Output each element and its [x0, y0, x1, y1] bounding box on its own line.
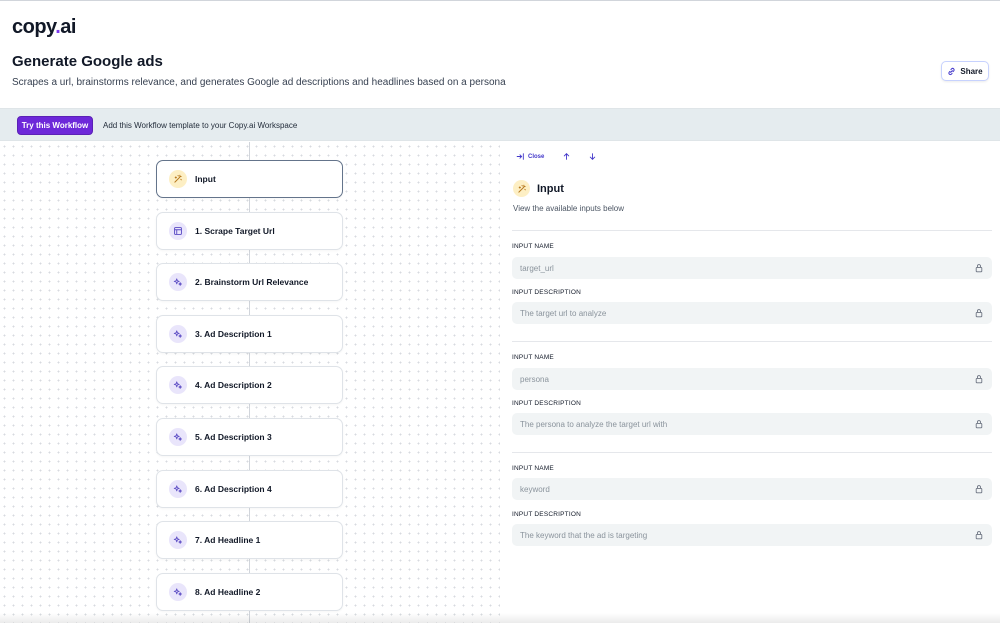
logo-text: copy — [12, 16, 56, 38]
lock-icon — [975, 531, 983, 540]
input-description-field: The target url to analyze — [512, 302, 992, 324]
workflow-step-ad-headline-1[interactable]: 7. Ad Headline 1 — [156, 521, 343, 559]
divider — [512, 341, 992, 342]
lock-icon — [975, 485, 983, 494]
input-name-field: target_url — [512, 257, 992, 279]
input-description-label: INPUT DESCRIPTION — [512, 511, 582, 518]
collapse-right-icon — [516, 153, 524, 160]
input-description-field: The persona to analyze the target url wi… — [512, 413, 992, 435]
share-label: Share — [960, 66, 983, 76]
share-button[interactable]: Share — [941, 61, 989, 81]
step-label: 5. Ad Description 3 — [195, 432, 272, 442]
workflow-step-input[interactable]: Input — [156, 160, 343, 198]
lock-icon — [975, 309, 983, 318]
layout-icon — [169, 222, 187, 240]
link-icon — [948, 67, 955, 75]
sparkle-icon — [169, 273, 187, 291]
workflow-step-ad-description-3[interactable]: 5. Ad Description 3 — [156, 418, 343, 456]
page-subtitle: Scrapes a url, brainstorms relevance, an… — [12, 77, 506, 88]
lock-icon — [975, 264, 983, 273]
workflow-step-ad-description-1[interactable]: 3. Ad Description 1 — [156, 315, 343, 353]
bottom-shadow — [0, 613, 1000, 623]
sparkle-icon — [169, 428, 187, 446]
input-name-label: INPUT NAME — [512, 465, 554, 472]
arrow-down-icon — [589, 153, 596, 160]
sparkle-icon — [169, 325, 187, 343]
input-name-value: keyword — [520, 484, 550, 494]
step-label: 4. Ad Description 2 — [195, 380, 272, 390]
step-label: 2. Brainstorm Url Relevance — [195, 277, 309, 287]
workflow-canvas[interactable]: Input 1. Scrape Target Url 2. Brainstorm… — [0, 142, 500, 623]
panel-header: Input — [513, 180, 564, 197]
input-description-label: INPUT DESCRIPTION — [512, 289, 582, 296]
input-description-value: The persona to analyze the target url wi… — [520, 419, 668, 429]
sparkle-icon — [169, 583, 187, 601]
workflow-step-ad-description-2[interactable]: 4. Ad Description 2 — [156, 366, 343, 404]
input-name-field: keyword — [512, 478, 992, 500]
workflow-step-ad-description-4[interactable]: 6. Ad Description 4 — [156, 470, 343, 508]
input-description-value: The target url to analyze — [520, 308, 607, 318]
input-description-value: The keyword that the ad is targeting — [520, 530, 648, 540]
sparkle-icon — [169, 376, 187, 394]
copyai-logo[interactable]: copy.ai — [12, 16, 76, 39]
sparkle-icon — [169, 480, 187, 498]
close-panel-button[interactable]: Close — [516, 152, 544, 161]
panel-subtitle: View the available inputs below — [513, 204, 625, 213]
step-label: 6. Ad Description 4 — [195, 484, 272, 494]
lock-icon — [975, 375, 983, 384]
try-workflow-button[interactable]: Try this Workflow — [17, 116, 93, 135]
sparkle-icon — [169, 531, 187, 549]
step-label: Input — [195, 174, 216, 184]
panel-title: Input — [537, 182, 564, 195]
input-description-field: The keyword that the ad is targeting — [512, 524, 992, 546]
step-label: 7. Ad Headline 1 — [195, 535, 261, 545]
input-name-value: persona — [520, 374, 549, 384]
input-description-label: INPUT DESCRIPTION — [512, 400, 582, 407]
divider — [512, 452, 992, 453]
step-label: 3. Ad Description 1 — [195, 329, 272, 339]
input-name-value: target_url — [520, 263, 554, 273]
input-name-label: INPUT NAME — [512, 354, 554, 361]
previous-step-button[interactable] — [562, 152, 571, 161]
step-label: 8. Ad Headline 2 — [195, 587, 261, 597]
wand-icon — [169, 170, 187, 188]
workflow-step-scrape[interactable]: 1. Scrape Target Url — [156, 212, 343, 250]
wand-icon — [513, 180, 530, 197]
banner-text: Add this Workflow template to your Copy.… — [103, 121, 298, 130]
divider — [512, 230, 992, 231]
arrow-up-icon — [563, 153, 570, 160]
page-title: Generate Google ads — [12, 53, 163, 70]
logo-tld: ai — [60, 16, 76, 38]
lock-icon — [975, 420, 983, 429]
input-name-label: INPUT NAME — [512, 243, 554, 250]
next-step-button[interactable] — [588, 152, 597, 161]
template-banner: Try this Workflow Add this Workflow temp… — [0, 108, 1000, 141]
input-name-field: persona — [512, 368, 992, 390]
step-label: 1. Scrape Target Url — [195, 226, 275, 236]
workflow-step-brainstorm[interactable]: 2. Brainstorm Url Relevance — [156, 263, 343, 301]
workflow-step-ad-headline-2[interactable]: 8. Ad Headline 2 — [156, 573, 343, 611]
close-label: Close — [528, 153, 545, 160]
top-border — [0, 0, 1000, 1]
step-details-panel: Close Input View the available inputs be… — [500, 142, 1000, 623]
